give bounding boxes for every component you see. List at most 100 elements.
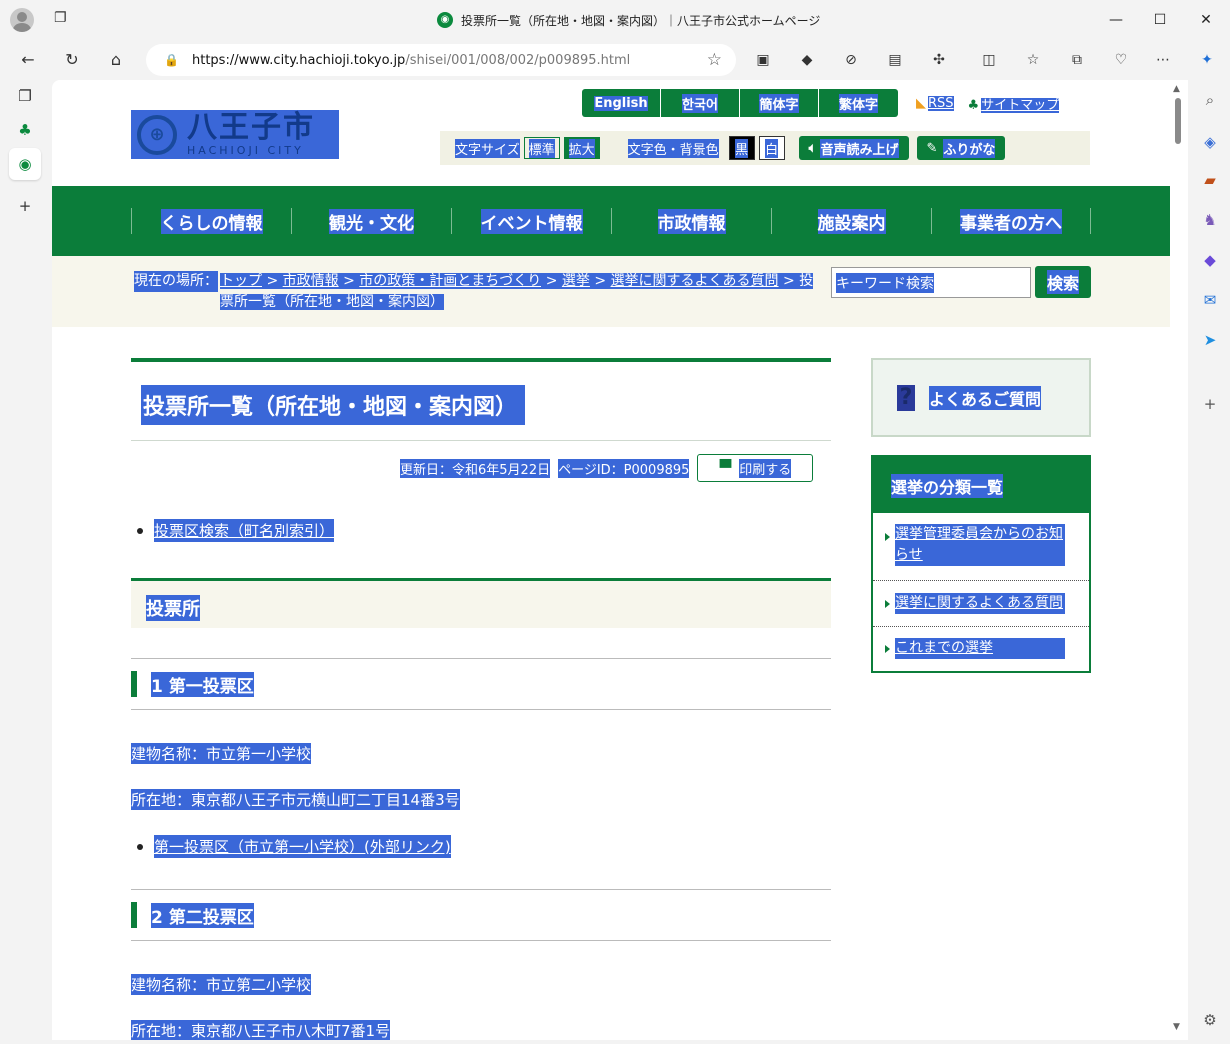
lang-simplified-chinese[interactable]: 簡体字: [740, 89, 819, 117]
nav-living[interactable]: くらしの情報: [131, 208, 291, 234]
accessibility-tools: 文字サイズ 標準 拡大 文字色・背景色 黒 白 🔈︎ 音声読み上げ ✎ ふりがな: [440, 131, 1090, 165]
page-id: ページID：P0009895: [558, 458, 690, 478]
building-name: 建物名称：市立第一小学校: [131, 743, 312, 764]
lock-icon[interactable]: 🔒: [164, 53, 180, 67]
se-icon[interactable]: ▣: [752, 49, 774, 71]
rss-link[interactable]: ◣ RSS: [916, 96, 954, 111]
minimize-icon[interactable]: —: [1106, 10, 1126, 30]
nav-business[interactable]: 事業者の方へ: [931, 208, 1090, 234]
games-icon[interactable]: ♞: [1198, 208, 1222, 232]
question-icon: ?: [897, 384, 915, 411]
font-size-standard-button[interactable]: 標準: [523, 137, 560, 159]
url-path: /shisei/001/008/002/p009895.html: [405, 52, 631, 68]
block-icon[interactable]: ⊘: [840, 49, 862, 71]
outlook-icon[interactable]: ✉: [1198, 288, 1222, 312]
address-text: 所在地：東京都八王子市八木町7番1号: [131, 1020, 391, 1040]
nav-tourism[interactable]: 観光・文化: [291, 208, 451, 234]
sitemap-link[interactable]: ♣ サイトマップ: [968, 94, 1060, 113]
page-scrollbar[interactable]: ▲ ▼: [1170, 80, 1188, 1040]
lang-korean[interactable]: 한국어: [661, 89, 740, 117]
nav-city-admin[interactable]: 市政情報: [611, 208, 771, 234]
split-screen-icon[interactable]: ◫: [978, 49, 1000, 71]
more-icon[interactable]: ⋯: [1152, 49, 1174, 71]
lang-traditional-chinese[interactable]: 繁体字: [819, 89, 898, 117]
font-size-large-button[interactable]: 拡大: [563, 137, 600, 159]
active-tab-icon[interactable]: ◉: [9, 148, 41, 180]
address-text: 所在地：東京都八王子市元横山町二丁目14番3号: [131, 789, 460, 810]
printer-icon: ▀: [719, 459, 732, 477]
nav-facilities[interactable]: 施設案内: [771, 208, 931, 234]
print-button[interactable]: ▀ 印刷する: [697, 454, 814, 482]
nav-divider: [1090, 208, 1091, 234]
send-icon[interactable]: ➤: [1198, 328, 1222, 352]
read-aloud-button[interactable]: 🔈︎ 音声読み上げ: [798, 136, 909, 160]
browser-tab[interactable]: ◉ 投票所一覧（所在地・地図・案内図）｜八王子市公式ホームページ: [437, 10, 820, 30]
address-bar[interactable]: 🔒 https://www.city.hachioji.tokyo.jp/shi…: [146, 44, 736, 76]
home-icon[interactable]: ⌂: [104, 48, 128, 72]
language-bar: English 한국어 簡体字 繁体字: [582, 89, 898, 117]
search-icon[interactable]: ⌕: [1198, 88, 1222, 112]
crumb-faq[interactable]: 選挙に関するよくある質問: [610, 273, 779, 289]
add-icon[interactable]: +: [1198, 392, 1222, 416]
tab-panel-icon[interactable]: ❐: [13, 84, 37, 108]
furigana-button[interactable]: ✎ ふりがな: [916, 136, 1006, 160]
scroll-up-icon[interactable]: ▲: [1173, 84, 1180, 94]
keyword-search-input[interactable]: キーワード検索: [831, 267, 1031, 298]
bookmark-arrow-icon[interactable]: ◆: [796, 49, 818, 71]
crumb-policy[interactable]: 市の政策・計画とまちづくり: [359, 273, 542, 289]
site-logo[interactable]: ⊕ 八王子市 HACHIOJI CITY: [131, 110, 339, 159]
scroll-down-icon[interactable]: ▼: [1173, 1022, 1180, 1032]
close-icon[interactable]: ✕: [1196, 10, 1216, 30]
category-item[interactable]: 選挙に関するよくある質問: [873, 581, 1089, 627]
favorite-star-icon[interactable]: ☆: [707, 50, 722, 70]
copilot-icon[interactable]: ✦: [1196, 49, 1218, 71]
favorites-icon[interactable]: ☆: [1022, 49, 1044, 71]
building-name: 建物名称：市立第二小学校: [131, 974, 312, 995]
list-item: 投票区検索（町名別索引）: [137, 519, 335, 542]
url-host: https://www.city.hachioji.tokyo.jp: [192, 52, 406, 68]
edge-sidebar: ⌕ ◈ ▰ ♞ ◆ ✉ ➤ + ⚙: [1190, 80, 1230, 1044]
screen-icon[interactable]: ▤: [884, 49, 906, 71]
district-index-link[interactable]: 投票区検索（町名別索引）: [154, 519, 335, 542]
color-black-button[interactable]: 黒: [728, 136, 755, 160]
scroll-thumb[interactable]: [1175, 98, 1181, 144]
district-heading: 2 第二投票区: [151, 903, 254, 928]
browser-titlebar: ❐ ◉ 投票所一覧（所在地・地図・案内図）｜八王子市公式ホームページ — ☐ ✕: [0, 0, 1230, 40]
faq-banner[interactable]: ? よくあるご質問: [871, 358, 1091, 437]
lang-english[interactable]: English: [582, 89, 661, 117]
district-heading-box: 1 第一投票区: [131, 658, 831, 710]
refresh-icon[interactable]: ↻: [60, 48, 84, 72]
briefcase-icon[interactable]: ▰: [1198, 168, 1222, 192]
nav-events[interactable]: イベント情報: [451, 208, 611, 234]
category-item[interactable]: 選挙管理委員会からのお知らせ: [873, 513, 1089, 581]
vertical-tab-bar: ❐ ♣ ◉ +: [0, 80, 50, 1044]
district-map-link[interactable]: 第一投票区（市立第一小学校）(外部リンク): [154, 835, 451, 858]
profile-avatar[interactable]: [10, 8, 34, 32]
puzzle-icon[interactable]: ✣: [928, 49, 950, 71]
back-icon[interactable]: ←: [16, 48, 40, 72]
crumb-city-admin[interactable]: 市政情報: [282, 273, 339, 289]
new-tab-icon[interactable]: +: [13, 194, 37, 218]
tag-icon[interactable]: ◈: [1198, 130, 1222, 154]
search-button[interactable]: 検索: [1035, 266, 1091, 298]
breadcrumb-bar: 現在の場所： トップ > 市政情報 > 市の政策・計画とまちづくり > 選挙 >…: [52, 256, 1170, 327]
category-item[interactable]: これまでの選挙: [873, 627, 1089, 671]
browser-toolbar: ← ↻ ⌂ 🔒 https://www.city.hachioji.tokyo.…: [0, 40, 1230, 80]
collections-icon[interactable]: ⧉: [1066, 49, 1088, 71]
crumb-elections[interactable]: 選挙: [561, 273, 590, 289]
list-item: 第一投票区（市立第一小学校）(外部リンク): [137, 835, 451, 858]
speaker-icon: 🔈︎: [808, 140, 817, 156]
color-white-button[interactable]: 白: [758, 136, 785, 160]
page-title-box: 投票所一覧（所在地・地図・案内図）: [131, 358, 831, 441]
arrow-right-icon: [885, 645, 890, 653]
heart-monitor-icon[interactable]: ♡: [1110, 49, 1132, 71]
m365-icon[interactable]: ◆: [1198, 248, 1222, 272]
settings-icon[interactable]: ⚙: [1198, 1008, 1222, 1032]
maximize-icon[interactable]: ☐: [1150, 10, 1170, 30]
tab-actions-icon[interactable]: ❐: [54, 10, 72, 28]
arrow-right-icon: [885, 600, 890, 608]
crumb-top[interactable]: トップ: [220, 273, 262, 289]
pinned-tab-icon[interactable]: ♣: [13, 118, 37, 142]
sitemap-icon: ♣: [967, 98, 980, 113]
section-heading-box: 投票所: [131, 578, 831, 628]
